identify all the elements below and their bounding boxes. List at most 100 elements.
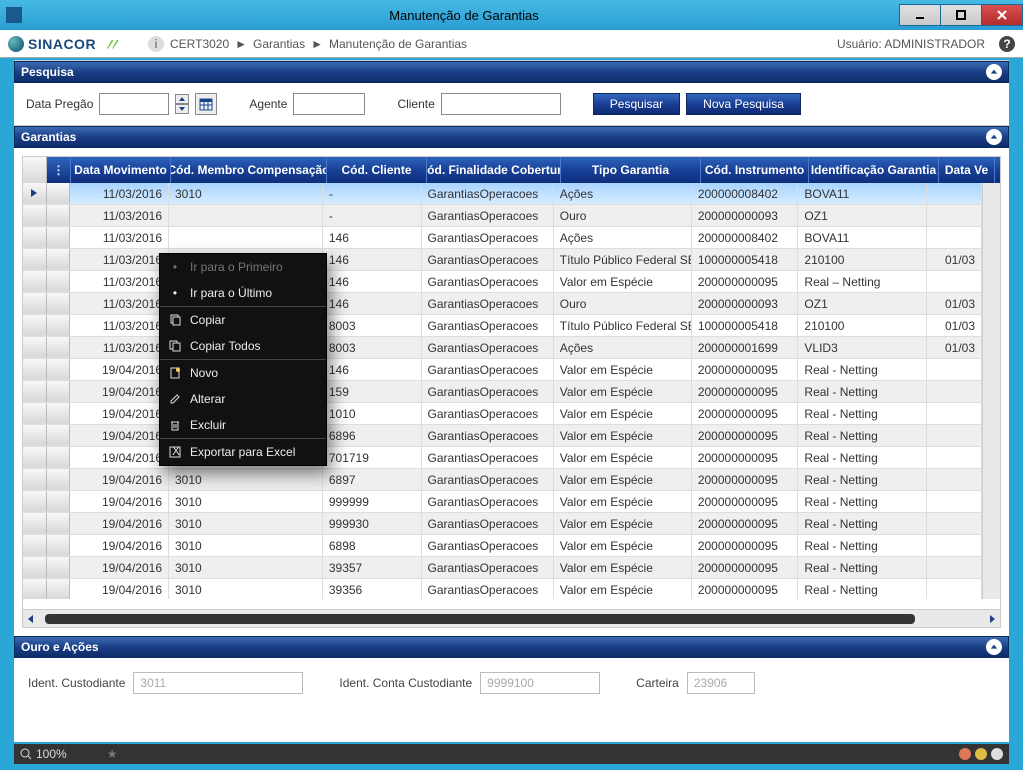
star-icon[interactable]: ★ xyxy=(107,747,118,761)
row-selector[interactable] xyxy=(23,293,47,314)
collapse-icon[interactable] xyxy=(986,129,1002,145)
date-field[interactable] xyxy=(99,93,169,115)
col-cod-instrumento[interactable]: Cód. Instrumento xyxy=(701,157,809,183)
context-menu: •Ir para o Primeiro •Ir para o Último Co… xyxy=(159,253,327,466)
row-marker-header[interactable]: ⋮ xyxy=(47,157,71,183)
collapse-icon[interactable] xyxy=(986,639,1002,655)
search-panel-header[interactable]: Pesquisa xyxy=(14,61,1009,83)
table-row[interactable]: 19/04/2016301039357GarantiasOperacoesVal… xyxy=(23,557,982,579)
edit-icon xyxy=(168,392,182,406)
grid-panel-header[interactable]: Garantias xyxy=(14,126,1009,148)
row-selector[interactable] xyxy=(23,183,47,204)
col-membro-compensacao[interactable]: Cód. Membro Compensação xyxy=(171,157,327,183)
table-row[interactable]: 11/03/2016146GarantiasOperacoesAções2000… xyxy=(23,227,982,249)
carteira-field[interactable] xyxy=(687,672,755,694)
date-step-up-button[interactable] xyxy=(175,94,189,104)
cell xyxy=(927,491,982,512)
col-data-vencimento[interactable]: Data Ve xyxy=(939,157,995,183)
cell: 39357 xyxy=(323,557,422,578)
col-tipo-garantia[interactable]: Tipo Garantia xyxy=(561,157,701,183)
cell: 8003 xyxy=(323,337,422,358)
cell: Real - Netting xyxy=(798,469,926,490)
cell: Real - Netting xyxy=(798,579,926,599)
row-selector[interactable] xyxy=(23,579,47,599)
row-marker xyxy=(47,337,71,358)
cell: 01/03 xyxy=(927,315,982,336)
breadcrumb-item[interactable]: Manutenção de Garantias xyxy=(329,37,467,51)
row-selector[interactable] xyxy=(23,249,47,270)
table-row[interactable]: 19/04/201630106897GarantiasOperacoesValo… xyxy=(23,469,982,491)
row-selector[interactable] xyxy=(23,535,47,556)
scroll-left-icon[interactable] xyxy=(23,611,39,627)
close-button[interactable] xyxy=(981,4,1023,26)
table-row[interactable]: 11/03/20163010-GarantiasOperacoesAções20… xyxy=(23,183,982,205)
row-selector[interactable] xyxy=(23,447,47,468)
col-finalidade-cobertura[interactable]: Cód. Finalidade Cobertura xyxy=(427,157,561,183)
status-dot-icon xyxy=(975,748,987,760)
table-row[interactable]: 11/03/2016-GarantiasOperacoesOuro2000000… xyxy=(23,205,982,227)
row-selector[interactable] xyxy=(23,205,47,226)
carteira-label: Carteira xyxy=(636,676,679,690)
table-row[interactable]: 19/04/20163010999999GarantiasOperacoesVa… xyxy=(23,491,982,513)
ctx-copy-all[interactable]: Copiar Todos xyxy=(160,333,326,359)
cell: Valor em Espécie xyxy=(554,469,692,490)
ctx-copy[interactable]: Copiar xyxy=(160,307,326,333)
conta-custodiante-field[interactable] xyxy=(480,672,600,694)
ctx-delete[interactable]: Excluir xyxy=(160,412,326,438)
agent-field[interactable] xyxy=(293,93,365,115)
row-selector[interactable] xyxy=(23,271,47,292)
help-icon[interactable]: ? xyxy=(999,36,1015,52)
breadcrumb-item[interactable]: Garantias xyxy=(253,37,305,51)
custodiante-field[interactable] xyxy=(133,672,303,694)
col-identificacao-garantia[interactable]: Identificação Garantia xyxy=(809,157,939,183)
table-row[interactable]: 19/04/201630106898GarantiasOperacoesValo… xyxy=(23,535,982,557)
row-selector[interactable] xyxy=(23,513,47,534)
table-row[interactable]: 19/04/2016301039356GarantiasOperacoesVal… xyxy=(23,579,982,599)
ctx-go-last[interactable]: •Ir para o Último xyxy=(160,280,326,306)
row-selector[interactable] xyxy=(23,227,47,248)
scroll-right-icon[interactable] xyxy=(984,611,1000,627)
row-selector[interactable] xyxy=(23,469,47,490)
row-selector[interactable] xyxy=(23,557,47,578)
cell: 01/03 xyxy=(927,293,982,314)
table-row[interactable]: 19/04/20163010999930GarantiasOperacoesVa… xyxy=(23,513,982,535)
row-selector-header[interactable] xyxy=(23,157,47,183)
ctx-new[interactable]: Novo xyxy=(160,360,326,386)
date-step-down-button[interactable] xyxy=(175,104,189,114)
status-dot-icon xyxy=(991,748,1003,760)
row-selector[interactable] xyxy=(23,491,47,512)
cell: 19/04/2016 xyxy=(70,381,169,402)
row-selector[interactable] xyxy=(23,315,47,336)
row-selector[interactable] xyxy=(23,381,47,402)
scrollbar-thumb[interactable] xyxy=(45,614,915,624)
zoom-control[interactable]: 100% xyxy=(20,747,67,761)
row-selector[interactable] xyxy=(23,403,47,424)
row-selector[interactable] xyxy=(23,425,47,446)
col-data-movimento[interactable]: Data Movimento xyxy=(71,157,171,183)
search-button[interactable]: Pesquisar xyxy=(593,93,680,115)
vertical-scrollbar[interactable] xyxy=(982,183,1000,599)
col-cod-cliente[interactable]: Cód. Cliente xyxy=(327,157,427,183)
ctx-edit[interactable]: Alterar xyxy=(160,386,326,412)
horizontal-scrollbar[interactable] xyxy=(23,609,1000,627)
ctx-go-first[interactable]: •Ir para o Primeiro xyxy=(160,254,326,280)
row-selector[interactable] xyxy=(23,337,47,358)
trash-icon xyxy=(168,418,182,432)
new-search-button[interactable]: Nova Pesquisa xyxy=(686,93,801,115)
minimize-button[interactable] xyxy=(899,4,941,26)
info-icon[interactable]: i xyxy=(148,36,164,52)
cell: GarantiasOperacoes xyxy=(422,447,554,468)
row-marker xyxy=(47,249,71,270)
row-selector[interactable] xyxy=(23,359,47,380)
client-field[interactable] xyxy=(441,93,561,115)
collapse-icon[interactable] xyxy=(986,64,1002,80)
bottom-panel-title: Ouro e Ações xyxy=(21,640,99,654)
cell: 3010 xyxy=(169,513,323,534)
ctx-export-excel[interactable]: XExportar para Excel xyxy=(160,439,326,465)
cell xyxy=(169,205,323,226)
cell: Valor em Espécie xyxy=(554,513,692,534)
maximize-button[interactable] xyxy=(940,4,982,26)
breadcrumb-item[interactable]: CERT3020 xyxy=(170,37,229,51)
bottom-panel-header[interactable]: Ouro e Ações xyxy=(14,636,1009,658)
calendar-button[interactable] xyxy=(195,93,217,115)
